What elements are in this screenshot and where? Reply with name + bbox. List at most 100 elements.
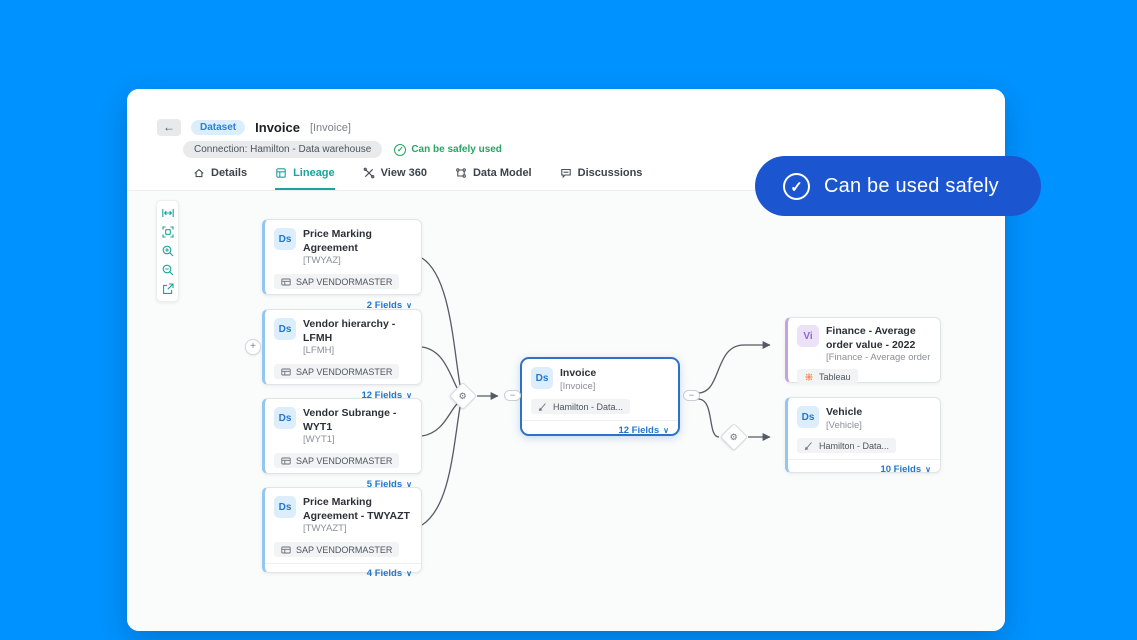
node-title: Finance - Average order value - 2022 [826, 325, 930, 352]
title-row: ← Dataset Invoice [Invoice] [157, 119, 351, 136]
source-badge: Tableau [797, 369, 858, 384]
lineage-node-vehicle[interactable]: Ds Vehicle [Vehicle] Hamilton - Data... … [785, 397, 941, 473]
dataset-type-icon: Ds [797, 406, 819, 428]
fields-toggle[interactable]: 4 Fields ∨ [265, 563, 421, 584]
tab-label: Lineage [293, 167, 335, 179]
node-head: Ds Vehicle [Vehicle] [788, 398, 940, 432]
pen-icon [804, 441, 814, 451]
lineage-node-vendor-subrange[interactable]: Ds Vendor Subrange - WYT1 [WYT1] SAP VEN… [262, 398, 422, 474]
source-badge: SAP VENDORMASTER [274, 542, 399, 557]
tab-label: Data Model [473, 167, 532, 179]
source-label: SAP VENDORMASTER [296, 277, 392, 287]
fields-toggle[interactable]: 12 Fields ∨ [522, 420, 678, 441]
page-title: Invoice [255, 120, 300, 135]
page-background: ← Dataset Invoice [Invoice] Connection: … [0, 0, 1137, 640]
source-label: Hamilton - Data... [819, 441, 889, 451]
zoom-out-icon[interactable] [161, 263, 175, 277]
process-icon: ⚙ [459, 390, 467, 401]
source-label: Tableau [819, 372, 851, 382]
collapse-right-button[interactable]: − [683, 390, 700, 401]
connection-source-badge: Hamilton - Data... [531, 399, 630, 414]
source-label: SAP VENDORMASTER [296, 456, 392, 466]
source-label: Hamilton - Data... [553, 402, 623, 412]
source-badge: SAP VENDORMASTER [274, 364, 399, 379]
lineage-node-finance-view[interactable]: Vi Finance - Average order value - 2022 … [785, 317, 941, 383]
node-subtitle: [TWYAZT] [303, 523, 411, 536]
fields-count: 12 Fields [618, 425, 659, 436]
tab-label: Discussions [578, 167, 643, 179]
node-title: Vendor Subrange - WYT1 [303, 407, 411, 434]
check-circle-icon: ✓ [394, 144, 406, 156]
tab-discussions[interactable]: Discussions [560, 167, 643, 190]
tab-data-model[interactable]: Data Model [455, 167, 532, 190]
fit-width-icon[interactable] [161, 206, 175, 220]
lineage-icon [275, 167, 287, 179]
dataset-type-icon: Ds [274, 407, 296, 429]
table-icon [281, 456, 291, 466]
callout-label: Can be used safely [824, 175, 999, 198]
status-label: Can be safely used [411, 144, 502, 155]
pen-icon [538, 402, 548, 412]
node-head: Ds Price Marking Agreement [TWYAZ] [265, 220, 421, 268]
fields-toggle[interactable]: 10 Fields ∨ [788, 459, 940, 480]
chat-icon [560, 167, 572, 179]
tab-details[interactable]: Details [193, 167, 247, 190]
table-icon [281, 367, 291, 377]
source-badge: SAP VENDORMASTER [274, 274, 399, 289]
tab-lineage[interactable]: Lineage [275, 167, 335, 190]
safe-to-use-callout: ✓ Can be used safely [755, 156, 1041, 216]
check-circle-icon: ✓ [783, 173, 810, 200]
chevron-down-icon: ∨ [406, 570, 412, 578]
node-head: Vi Finance - Average order value - 2022 … [788, 318, 940, 365]
node-head: Ds Invoice [Invoice] [522, 359, 678, 393]
dataset-type-icon: Ds [531, 367, 553, 389]
zoom-in-icon[interactable] [161, 244, 175, 258]
source-badge: SAP VENDORMASTER [274, 453, 399, 468]
expand-upstream-button[interactable]: + [245, 339, 261, 355]
home-icon [193, 167, 205, 179]
fields-count: 10 Fields [880, 464, 921, 475]
dataset-type-icon: Ds [274, 496, 296, 518]
node-subtitle: [TWYAZ] [303, 255, 411, 268]
lineage-node-price-marking-agreement[interactable]: Ds Price Marking Agreement [TWYAZ] SAP V… [262, 219, 422, 295]
process-icon: ⚙ [730, 431, 738, 442]
node-head: Ds Vendor hierarchy - LFMH [LFMH] [265, 310, 421, 358]
data-model-icon [455, 167, 467, 179]
fit-screen-icon[interactable] [161, 225, 175, 239]
collapse-left-button[interactable]: − [504, 390, 521, 401]
node-title: Vehicle [826, 406, 862, 420]
connection-source-badge: Hamilton - Data... [797, 438, 896, 453]
tab-label: View 360 [381, 167, 427, 179]
connection-badge: Connection: Hamilton - Data warehouse [183, 141, 382, 158]
tableau-icon [804, 372, 814, 382]
chevron-down-icon: ∨ [663, 427, 669, 435]
node-subtitle: [Invoice] [560, 381, 596, 394]
node-subtitle: [LFMH] [303, 345, 411, 358]
export-icon[interactable] [161, 282, 175, 296]
chevron-down-icon: ∨ [925, 466, 931, 474]
status-badge: ✓ Can be safely used [394, 144, 502, 156]
dataset-type-icon: Ds [274, 228, 296, 250]
source-label: SAP VENDORMASTER [296, 545, 392, 555]
table-icon [281, 277, 291, 287]
view-360-icon [363, 167, 375, 179]
lineage-node-invoice-selected[interactable]: Ds Invoice [Invoice] Hamilton - Data... … [520, 357, 680, 436]
meta-row: Connection: Hamilton - Data warehouse ✓ … [183, 141, 502, 158]
asset-type-badge: Dataset [191, 120, 245, 135]
node-title: Price Marking Agreement - TWYAZT [303, 496, 411, 523]
lineage-node-vendor-hierarchy[interactable]: Ds Vendor hierarchy - LFMH [LFMH] SAP VE… [262, 309, 422, 385]
tab-view-360[interactable]: View 360 [363, 167, 427, 190]
page-subtitle: [Invoice] [310, 122, 351, 134]
node-head: Ds Price Marking Agreement - TWYAZT [TWY… [265, 488, 421, 536]
node-subtitle: [Finance - Average order valu... [826, 352, 930, 365]
node-title: Vendor hierarchy - LFMH [303, 318, 411, 345]
node-title: Price Marking Agreement [303, 228, 411, 255]
table-icon [281, 545, 291, 555]
node-head: Ds Vendor Subrange - WYT1 [WYT1] [265, 399, 421, 447]
back-button[interactable]: ← [157, 119, 181, 136]
tab-label: Details [211, 167, 247, 179]
node-subtitle: [Vehicle] [826, 420, 862, 433]
view-type-icon: Vi [797, 325, 819, 347]
tab-bar: Details Lineage View 360 [193, 167, 642, 190]
lineage-node-price-marking-agreement-twyazt[interactable]: Ds Price Marking Agreement - TWYAZT [TWY… [262, 487, 422, 573]
